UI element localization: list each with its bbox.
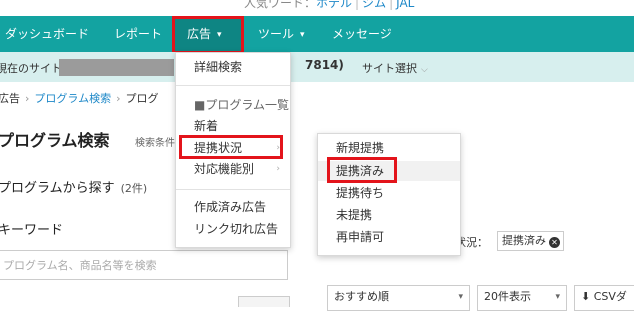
popular-link[interactable]: ホテル [316, 0, 352, 10]
caret-down-icon: ▾ [217, 30, 222, 40]
download-icon: ⬇ [581, 290, 591, 303]
site-bar: 現在のサイト 7814) サイト選択 ⌵ [0, 52, 634, 82]
submenu-item-reapply[interactable]: 再申請可 [318, 227, 460, 247]
chevron-down-icon: ⌵ [421, 65, 428, 75]
popular-label: 人気ワード： [244, 0, 317, 10]
submenu-item-new-partnership[interactable]: 新規提携 [318, 138, 460, 158]
popular-link[interactable]: JAL [396, 0, 414, 10]
chevron-right-icon: › [25, 92, 30, 105]
keyword-search-input[interactable] [0, 250, 288, 280]
partnership-status-submenu: 新規提携 提携済み 提携待ち 未提携 再申請可 [317, 133, 461, 256]
menu-item-broken-link-ads[interactable]: リンク切れ広告 [176, 219, 290, 239]
menu-header-program-list: ■プログラム一覧 [194, 98, 289, 112]
popular-link[interactable]: ジム [362, 0, 386, 10]
nav-report[interactable]: レポート [114, 16, 162, 52]
menu-divider [176, 85, 290, 86]
per-page-select[interactable]: 20件表示 ▾ [477, 285, 567, 311]
chevron-right-icon: › [276, 143, 280, 153]
caret-down-icon: ▾ [300, 30, 305, 40]
section-heading: プログラムから探す (2件) [0, 181, 148, 196]
menu-item-detail-search[interactable]: 詳細検索 [176, 57, 290, 77]
nav-ads[interactable]: 広告 ▾ [172, 16, 244, 52]
page-title: プログラム検索 [0, 131, 110, 150]
breadcrumb-item: プログ [125, 92, 159, 105]
chevron-down-icon: ▾ [458, 292, 463, 302]
keyword-label: キーワード [0, 223, 64, 238]
search-condition-label: 検索条件 [135, 138, 175, 149]
site-label: 現在のサイト [0, 62, 62, 75]
top-strip: 人気ワード：ホテル | ジム | JAL [0, 0, 634, 16]
chevron-down-icon: ▾ [555, 292, 560, 302]
submenu-item-pending[interactable]: 提携待ち [318, 183, 460, 203]
search-button[interactable] [238, 296, 290, 307]
close-icon[interactable]: ✕ [549, 237, 560, 248]
site-id: 7814) [305, 58, 344, 72]
main-nav: ダッシュボード レポート 広告 ▾ ツール ▾ メッセージ [0, 16, 634, 52]
submenu-item-partnered[interactable]: 提携済み [318, 161, 460, 181]
breadcrumb: 広告 › プログラム検索 › プログ [0, 90, 158, 106]
popular-words: 人気ワード：ホテル | ジム | JAL [244, 0, 414, 11]
chevron-right-icon: › [116, 92, 121, 105]
redacted-site-name [59, 59, 174, 76]
submenu-item-not-partnered[interactable]: 未提携 [318, 205, 460, 225]
menu-item-new[interactable]: 新着 [176, 116, 290, 136]
nav-tools[interactable]: ツール ▾ [258, 16, 305, 52]
chevron-right-icon: › [276, 164, 280, 174]
menu-item-by-feature[interactable]: 対応機能別 › [176, 159, 290, 179]
filter-chip[interactable]: 提携済み ✕ [497, 231, 564, 251]
sort-order-select[interactable]: おすすめ順 ▾ [327, 285, 470, 311]
menu-item-partnership-status[interactable]: 提携状況 › [176, 138, 290, 158]
site-select[interactable]: サイト選択 ⌵ [362, 60, 428, 76]
menu-item-created-ads[interactable]: 作成済み広告 [176, 197, 290, 217]
ads-dropdown-menu: 詳細検索 ■プログラム一覧 新着 提携状況 › 対応機能別 › 作成済み広告 リンク… [175, 52, 291, 248]
menu-divider [176, 189, 290, 190]
result-count: (2件) [120, 182, 148, 195]
nav-dashboard[interactable]: ダッシュボード [5, 16, 89, 52]
nav-messages[interactable]: メッセージ [332, 16, 392, 52]
breadcrumb-item: 広告 [0, 92, 20, 105]
csv-download-button[interactable]: ⬇ CSVダ [574, 285, 634, 311]
breadcrumb-link[interactable]: プログラム検索 [34, 92, 111, 105]
